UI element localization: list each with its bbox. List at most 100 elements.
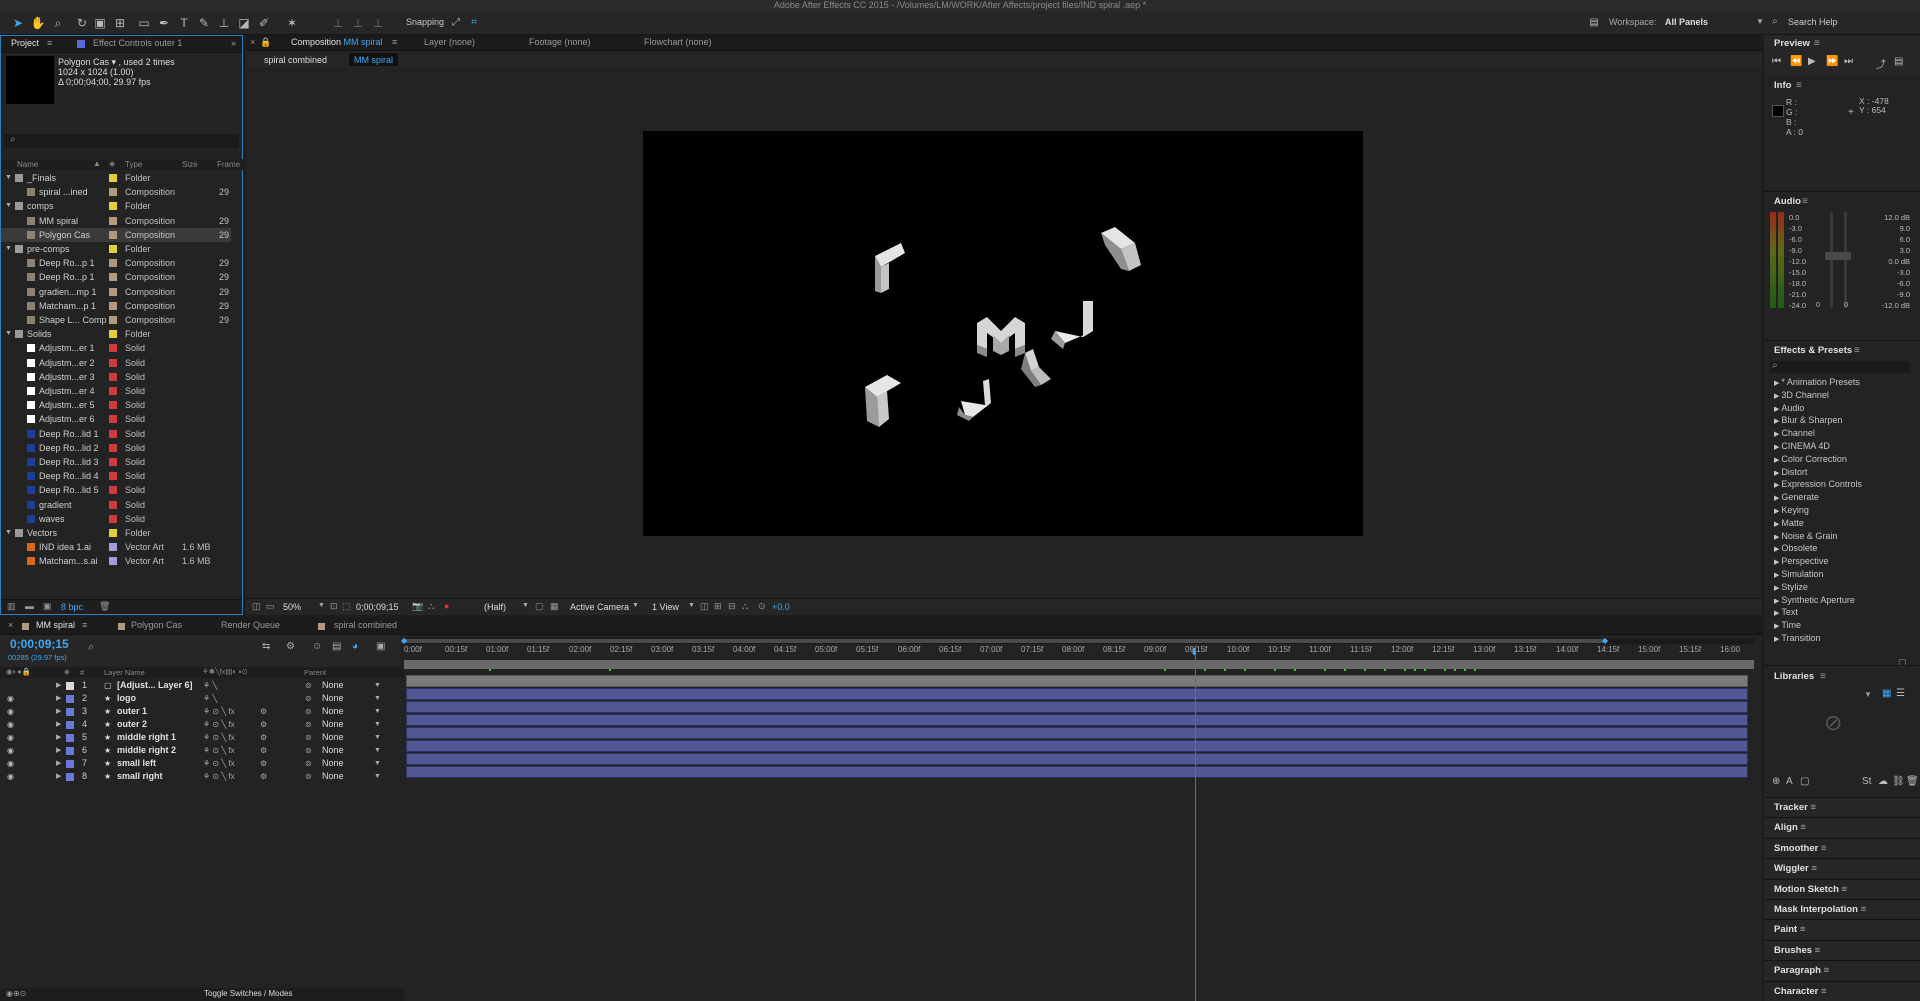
label-color[interactable] — [109, 514, 117, 523]
project-item[interactable]: Deep Ro...lid 4 Solid — [1, 469, 231, 483]
layer-name[interactable]: small left — [117, 757, 156, 770]
col-layer-name[interactable]: Layer Name — [104, 668, 145, 677]
monitor-icon[interactable]: ▭ — [266, 601, 275, 612]
effect-category[interactable]: ▶ CINEMA 4D — [1774, 441, 1830, 451]
parent-select[interactable]: None — [322, 770, 344, 783]
workspace-select[interactable]: All Panels — [1665, 17, 1708, 27]
camera-tool-icon[interactable]: ▣ — [92, 15, 108, 31]
clone-stamp-tool-icon[interactable]: ⊥ — [216, 15, 232, 31]
layer-duration-bar[interactable] — [406, 688, 1748, 700]
effect-category[interactable]: ▶ Color Correction — [1774, 454, 1847, 464]
interpret-footage-icon[interactable]: ▥ — [7, 601, 16, 612]
tab-layer[interactable]: Layer (none) — [424, 37, 475, 47]
layer-row[interactable]: ◉ ▶ 2 ★ logo ⚘ ╲ ⊚ None ▼ — [0, 692, 404, 705]
workspace-panel-icon[interactable]: ▤ — [1586, 15, 1602, 31]
effect-category[interactable]: ▶ Text — [1774, 607, 1798, 617]
fit-icon[interactable]: ⊡ — [330, 601, 338, 612]
project-item[interactable]: ▼ Solids Folder — [1, 327, 231, 341]
hand-tool-icon[interactable]: ✋ — [30, 15, 46, 31]
layer-switches[interactable]: ⚘ ⊙ ╲ fx — [203, 718, 235, 731]
pick-whip-icon[interactable]: ⊚ — [305, 692, 312, 705]
project-item[interactable]: Adjustm...er 6 Solid — [1, 412, 231, 426]
always-preview-icon[interactable]: ◫ — [252, 601, 261, 612]
layer-name[interactable]: outer 2 — [117, 718, 147, 731]
snapping-icon[interactable]: ⤢ — [448, 15, 464, 31]
layer-duration-bar[interactable] — [406, 727, 1748, 739]
toggle-switches-modes[interactable]: Toggle Switches / Modes — [204, 989, 293, 998]
label-color[interactable] — [109, 174, 117, 182]
col-parent[interactable]: Parent — [304, 668, 326, 677]
pick-whip-icon[interactable]: ⊚ — [305, 757, 312, 770]
axis-view-icon[interactable]: ⟂ — [370, 15, 386, 31]
label-color[interactable] — [109, 543, 117, 552]
effect-category[interactable]: ▶ Obsolete — [1774, 543, 1817, 553]
axis-local-icon[interactable]: ⟂ — [330, 15, 346, 31]
zoom-tool-icon[interactable]: ⌕ — [50, 15, 66, 31]
keyframe-marker[interactable] — [1294, 669, 1296, 671]
layer-name[interactable]: logo — [117, 692, 136, 705]
disclosure-triangle-icon[interactable]: ▶ — [56, 757, 61, 770]
effect-category[interactable]: ▶ Noise & Grain — [1774, 531, 1837, 541]
project-item[interactable]: MM spiral Composition 29 — [1, 214, 231, 228]
trash-icon[interactable]: 🗑 — [1906, 776, 1919, 787]
project-item[interactable]: Polygon Cas Composition 29 — [1, 227, 231, 242]
next-frame-icon[interactable]: ⏩ — [1826, 56, 1838, 67]
menu-icon[interactable]: ≡ — [1797, 924, 1806, 935]
type-tool-icon[interactable]: T — [176, 15, 192, 31]
region-icon[interactable]: ⬚ — [342, 601, 351, 612]
layer-row[interactable]: ◉ ▶ 7 ★ small left ⚘ ⊙ ╲ fx ⚙ ⊚ None ▼ — [0, 757, 404, 770]
label-color[interactable] — [109, 429, 117, 438]
label-color[interactable] — [109, 216, 117, 225]
col-size[interactable]: Size — [182, 160, 198, 169]
label-color[interactable] — [109, 344, 117, 353]
link-icon[interactable]: ⛓ — [1892, 776, 1905, 787]
keyframe-marker[interactable] — [1244, 669, 1246, 671]
layer-name[interactable]: [Adjust... Layer 6] — [117, 679, 193, 692]
effect-category[interactable]: ▶ Simulation — [1774, 569, 1823, 579]
disclosure-triangle-icon[interactable]: ▶ — [56, 705, 61, 718]
menu-icon[interactable]: ≡ — [82, 620, 87, 630]
label-color[interactable] — [109, 316, 117, 324]
effect-category[interactable]: ▶ Perspective — [1774, 556, 1828, 566]
layer-duration-bar[interactable] — [406, 740, 1748, 752]
search-icon[interactable]: ⌕ — [88, 641, 94, 654]
layer-label-color[interactable] — [66, 682, 74, 690]
chevron-down-icon[interactable]: ▼ — [632, 602, 639, 609]
chevron-down-icon[interactable]: ▼ — [374, 757, 381, 770]
tab-effect-controls[interactable]: Effect Controls outer 1 — [93, 38, 182, 48]
label-color[interactable] — [109, 358, 117, 367]
label-color[interactable] — [109, 273, 117, 282]
chevron-down-icon[interactable]: ▼ — [688, 602, 695, 609]
layer-label-color[interactable] — [66, 747, 74, 755]
menu-icon[interactable]: ≡ — [392, 37, 397, 47]
menu-icon[interactable]: ≡ — [1820, 671, 1826, 682]
collapsed-panel-header[interactable]: Align ≡ — [1764, 817, 1920, 838]
collapsed-panel-header[interactable]: Paint ≡ — [1764, 919, 1920, 940]
effect-category[interactable]: ▶ Stylize — [1774, 582, 1808, 592]
effect-category[interactable]: ▶ Distort — [1774, 467, 1807, 477]
tab-render-queue[interactable]: Render Queue — [221, 620, 280, 630]
project-item[interactable]: Adjustm...er 5 Solid — [1, 398, 231, 412]
disclosure-triangle-icon[interactable]: ▶ — [56, 692, 61, 705]
shy-icon[interactable]: ☺ — [312, 641, 322, 652]
snap-feather-icon[interactable]: ⌗ — [466, 15, 482, 31]
disclosure-triangle-icon[interactable]: ▼ — [5, 242, 12, 256]
label-color[interactable] — [109, 245, 117, 253]
col-type[interactable]: Type — [125, 160, 142, 169]
project-item[interactable]: Deep Ro...lid 3 Solid — [1, 455, 231, 469]
expand-icon[interactable]: ◉⊕⊙ — [6, 989, 26, 998]
pick-whip-icon[interactable]: ⊚ — [305, 731, 312, 744]
parent-select[interactable]: None — [322, 744, 344, 757]
project-item[interactable]: gradien...mp 1 Composition 29 — [1, 285, 231, 299]
project-item[interactable]: gradient Solid — [1, 498, 231, 512]
collapsed-panel-header[interactable]: Wiggler ≡ — [1764, 858, 1920, 879]
label-color[interactable] — [109, 443, 117, 452]
audio-slider-right[interactable] — [1844, 212, 1847, 308]
collapsed-panel-header[interactable]: Paragraph ≡ — [1764, 960, 1920, 981]
bit-depth-button[interactable]: 8 bpc — [61, 602, 83, 612]
menu-icon[interactable]: ≡ — [1818, 986, 1827, 997]
layer-row[interactable]: ◉ ▶ 8 ★ small right ⚘ ⊙ ╲ fx ⚙ ⊚ None ▼ — [0, 770, 404, 783]
visibility-icon[interactable]: ◉ — [7, 705, 14, 718]
pick-whip-icon[interactable]: ⊚ — [305, 718, 312, 731]
list-view-icon[interactable]: ☰ — [1896, 688, 1905, 699]
